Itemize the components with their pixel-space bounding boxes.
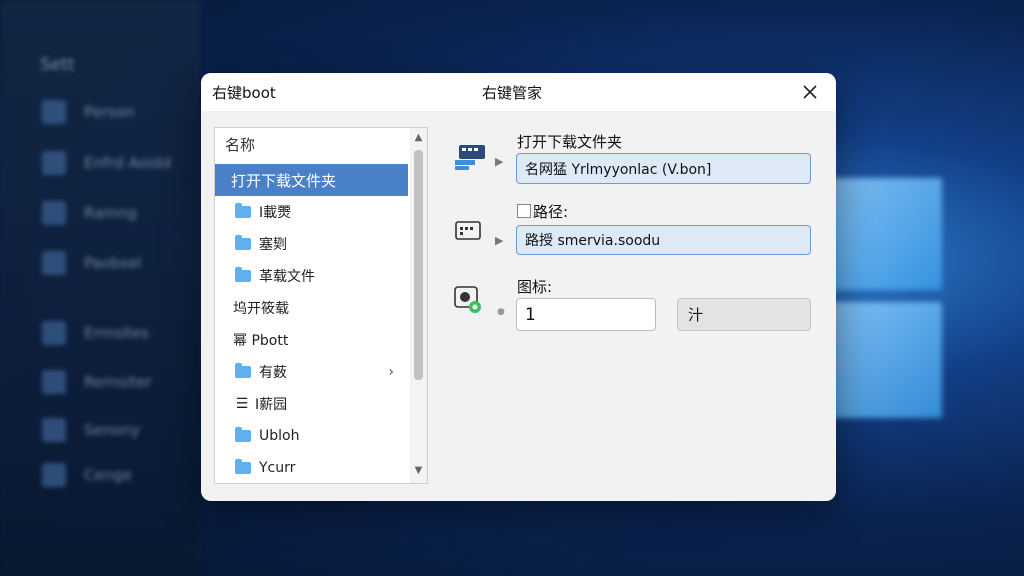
- tree-item-expandable[interactable]: 有薮 ›: [215, 356, 408, 388]
- tree-item-label: I載燛: [259, 205, 292, 221]
- tree-item[interactable]: 幂 Pbott: [215, 324, 408, 356]
- title-bar: 右键boot 右键管家: [201, 73, 836, 111]
- icon-field[interactable]: 1: [516, 298, 656, 331]
- command-icon: [455, 221, 481, 240]
- windows-logo: [832, 178, 942, 418]
- tree-item[interactable]: 革载文件: [215, 260, 408, 292]
- desktop-menu-item: Paobsel: [42, 250, 141, 276]
- dot-icon: ●: [497, 307, 505, 317]
- path-checkbox[interactable]: [517, 204, 531, 218]
- context-menu-manager-dialog: 右键boot 右键管家 名称 打开下载文件夹 I載燛 塞㓶 革载文件 坞开筱载 …: [201, 73, 836, 501]
- desktop-menu-item: Person: [42, 99, 134, 125]
- desktop-menu-item: Cenge: [42, 462, 132, 488]
- desktop-menu-item: Enfrd Aoidd: [42, 150, 171, 176]
- tree-item[interactable]: 塞㓶: [215, 228, 408, 260]
- close-icon: [803, 85, 817, 99]
- folder-icon: [235, 363, 251, 378]
- close-button[interactable]: [798, 80, 822, 104]
- desktop-menu-item: Rernsiter: [42, 369, 152, 395]
- arrow-right-icon: ▶: [495, 234, 504, 247]
- name-label: 打开下载文件夹: [517, 133, 623, 151]
- tree-item[interactable]: Ubloh: [215, 420, 408, 452]
- browse-button[interactable]: 汁: [677, 298, 811, 331]
- path-field[interactable]: 路授 smervia.soodu: [516, 225, 811, 255]
- tree-item[interactable]: ☰ I薪园: [215, 388, 408, 420]
- tree-item[interactable]: 坞开筱载: [215, 292, 408, 324]
- icon-picker-icon: [454, 286, 481, 313]
- menu-tree[interactable]: 名称 打开下载文件夹 I載燛 塞㓶 革载文件 坞开筱载 幂 Pbott 有薮 ›…: [214, 127, 428, 484]
- tree-item-label: Ycurr: [259, 460, 296, 476]
- tree-header-name: 名称: [225, 136, 256, 154]
- scroll-down-icon[interactable]: ▼: [412, 465, 425, 479]
- folder-icon: [235, 427, 251, 442]
- scroll-thumb[interactable]: [414, 150, 423, 380]
- tree-scrollbar[interactable]: ▲ ▼: [410, 128, 427, 483]
- tree-item-open-downloads[interactable]: 打开下载文件夹: [215, 164, 408, 196]
- folder-icon: [235, 235, 251, 250]
- folder-icon: [235, 267, 251, 282]
- tree-item[interactable]: Ycurr: [215, 452, 408, 483]
- tree-item[interactable]: I載燛: [215, 196, 408, 228]
- arrow-right-icon: ▶: [495, 155, 504, 168]
- desktop-menu-item: Senony: [42, 417, 140, 443]
- name-field[interactable]: 名网猛 Yrlmyyonlac (V.bon]: [516, 153, 811, 184]
- tree-item-label: 塞㓶: [259, 237, 287, 253]
- desktop-menu-item: Ramng: [42, 200, 137, 226]
- context-menu-icon: [455, 145, 485, 170]
- tree-item-label: I薪园: [255, 397, 288, 413]
- tree-item-label: Ubloh: [259, 428, 300, 444]
- desktop-sidebar-background: [0, 0, 200, 576]
- desktop-settings-title: Sett: [40, 55, 75, 75]
- desktop-menu-item: Ermsites: [42, 320, 149, 346]
- folder-icon: [235, 203, 251, 218]
- chevron-right-icon[interactable]: ›: [388, 364, 394, 380]
- menu-icon: ☰: [235, 396, 249, 412]
- folder-icon: [235, 459, 251, 474]
- app-title: 右键boot: [212, 84, 276, 102]
- dialog-title: 右键管家: [482, 84, 543, 102]
- icon-label: 图标:: [517, 278, 553, 296]
- tree-item-label: 有薮: [259, 365, 287, 381]
- tree-item-label: 幂 Pbott: [233, 333, 289, 349]
- tree-item-label: 革载文件: [259, 269, 315, 285]
- tree-item-label: 坞开筱载: [233, 301, 289, 317]
- scroll-up-icon[interactable]: ▲: [412, 132, 425, 146]
- tree-item-label: 打开下载文件夹: [231, 171, 337, 190]
- path-label: 路径:: [533, 203, 569, 221]
